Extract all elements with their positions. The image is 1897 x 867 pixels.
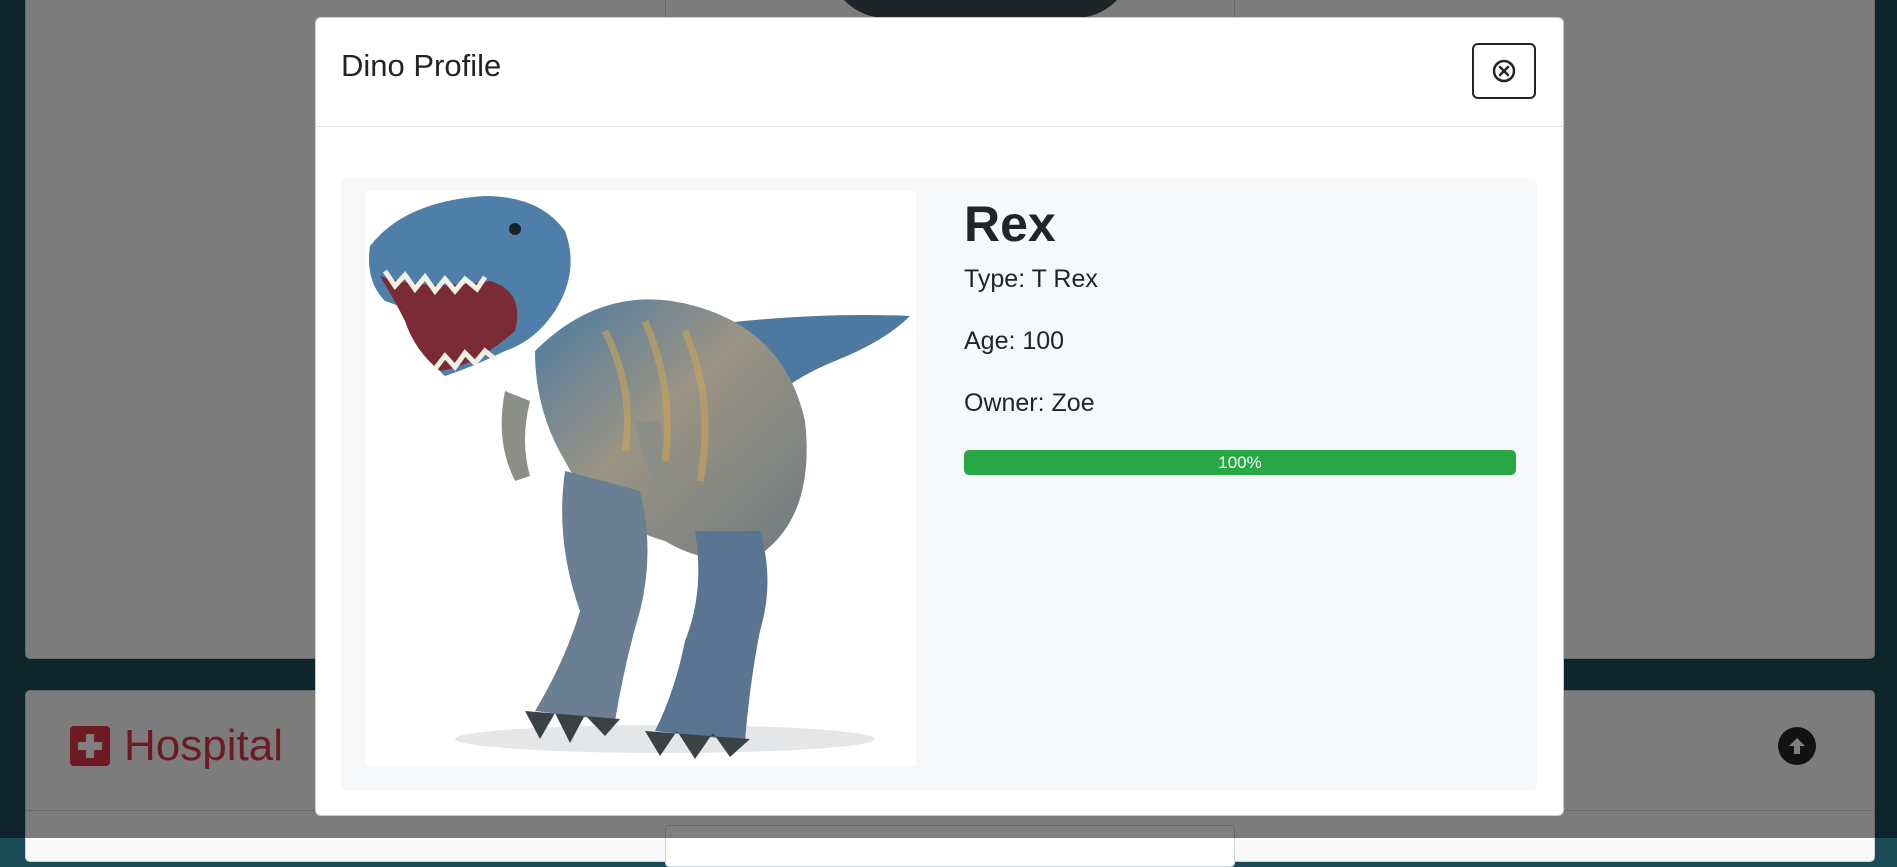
dino-profile-modal: Dino Profile Rex Type: T Rex Age: 100 Ow… xyxy=(315,17,1564,816)
health-progress-bar: 100% xyxy=(964,450,1516,475)
dino-type: Type: T Rex xyxy=(964,265,1098,293)
dino-age: Age: 100 xyxy=(964,327,1065,355)
dino-photo xyxy=(365,191,916,766)
close-circle-icon xyxy=(1492,59,1516,83)
dino-name: Rex xyxy=(964,196,1056,252)
dino-profile-card: Rex Type: T Rex Age: 100 Owner: Zoe 100% xyxy=(341,179,1537,791)
dino-info: Rex Type: T Rex Age: 100 Owner: Zoe 100% xyxy=(964,179,1516,475)
health-progress: 100% xyxy=(964,450,1516,475)
t-rex-icon xyxy=(369,196,910,759)
dino-owner: Owner: Zoe xyxy=(964,389,1095,417)
modal-header: Dino Profile xyxy=(316,18,1563,127)
close-button[interactable] xyxy=(1472,43,1536,99)
modal-title: Dino Profile xyxy=(341,48,502,83)
